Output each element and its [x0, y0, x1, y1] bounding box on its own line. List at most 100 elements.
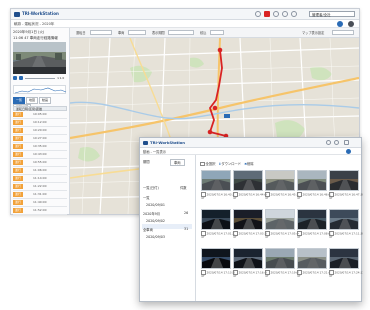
play-button[interactable] [19, 76, 23, 80]
video-thumbnail[interactable] [201, 248, 231, 269]
clock-icon[interactable] [255, 11, 261, 17]
trip-tag: 運行 [13, 112, 23, 117]
trip-row[interactable]: 運行 11:31:00 [13, 191, 67, 199]
video-thumbnail[interactable] [265, 209, 295, 230]
thumbnail-datetime: 2020/07/14 17:21:47 [302, 270, 332, 275]
video-thumbnail[interactable] [297, 248, 327, 269]
prev-button[interactable] [13, 76, 17, 80]
video-thumbnail[interactable] [201, 209, 231, 230]
video-thumbnail[interactable] [329, 248, 359, 269]
sidebar-list-item[interactable]: 2020/09/02 [146, 219, 165, 223]
dashcam-video[interactable] [13, 42, 66, 74]
trip-row[interactable]: 運行 11:40:00 [13, 199, 67, 207]
sidebar-list-item[interactable]: 2020/09/03 [146, 235, 165, 239]
tab-map[interactable]: 地図 [26, 97, 39, 104]
thumbnail-caption: 2020/07/14 17:05:44 47 [265, 231, 299, 239]
settings-icon[interactable] [282, 11, 288, 17]
trip-row[interactable]: 運行 11:06:00 [13, 167, 67, 175]
alert-flag-icon[interactable] [264, 11, 270, 17]
front-close-icon[interactable] [344, 140, 349, 145]
trip-time: 11:31:00 [33, 192, 47, 196]
thumbnail-vehicle: 47 [265, 195, 269, 200]
period-field[interactable] [168, 29, 194, 35]
trip-row[interactable]: 運行 11:14:00 [13, 175, 67, 183]
video-list-window: TRI-WorkStation 動画 - 一覧表示 期間 車両 一覧(日付) 件… [139, 137, 363, 302]
video-grid-area: 全選択 ⬇ダウンロード ✖削除 2020/07/14 16:43:31 47 202… [196, 155, 363, 301]
trip-row[interactable]: 運行 10:27:00 [13, 135, 67, 143]
front-title-bar: TRI-WorkStation [140, 138, 361, 148]
video-thumbnail[interactable] [233, 170, 263, 191]
thumbnail-image [330, 171, 358, 190]
help-icon[interactable] [291, 11, 297, 17]
trip-tag: 運行 [13, 160, 23, 165]
thumbnail-caption: 2020/07/14 17:16:40 47 [233, 270, 267, 278]
thumbnail-vehicle: 47 [297, 234, 301, 239]
trip-row[interactable]: 運行 11:22:00 [13, 183, 67, 191]
front-refresh-button[interactable] [346, 148, 351, 154]
sidebar-list-item[interactable]: 2020年9月 [143, 211, 160, 216]
thumbnail-vehicle: 47 [329, 195, 333, 200]
front-settings-icon[interactable] [326, 140, 331, 145]
trip-time: 11:14:00 [33, 176, 47, 180]
date-field[interactable] [90, 29, 112, 35]
vehicle-info-panel: 2020年9月1日 (火) 11:06 47 車両走行経路情報 ×1.0 一覧地… [11, 28, 70, 215]
list-header-count: 件数 [180, 186, 187, 190]
video-thumbnail[interactable] [297, 170, 327, 191]
thumbnail-image [202, 249, 230, 268]
thumbnail-datetime: 2020/07/14 17:16:40 [238, 270, 268, 275]
thumbnail-image [202, 210, 230, 229]
seek-bar[interactable] [25, 77, 55, 79]
map-settings-label[interactable]: マップ表示設定 [302, 30, 324, 35]
tab-list[interactable]: 一覧 [13, 97, 26, 104]
map-settings-select[interactable] [332, 29, 354, 35]
trip-tag: 運行 [13, 192, 23, 197]
front-help-icon[interactable] [334, 140, 339, 145]
thumbnail-vehicle: 47 [297, 273, 301, 278]
video-thumbnail[interactable] [233, 209, 263, 230]
video-thumbnail[interactable] [329, 209, 359, 230]
trip-tag: 運行 [13, 128, 23, 133]
front-breadcrumb-bar: 動画 - 一覧表示 [140, 148, 361, 155]
trip-row[interactable]: 運行 10:20:00 [13, 127, 67, 135]
playback-speed[interactable]: ×1.0 [57, 76, 64, 80]
video-thumbnail[interactable] [265, 170, 295, 191]
account-select[interactable]: 管理者/全社 [309, 11, 355, 17]
trip-table: 運転日時/区間/距離 運行 10:05:00 運行 10:12:00 運行 10:20:0… [13, 106, 67, 215]
sidebar-list-item[interactable]: 2020/09/01 [146, 203, 165, 207]
thumbnail-datetime: 2020/07/14 16:43:31 [206, 192, 236, 197]
trip-time: 10:27:00 [33, 136, 47, 140]
trip-row[interactable]: 運行 10:35:00 [13, 143, 67, 151]
video-thumbnail[interactable] [233, 248, 263, 269]
thumbnail-datetime: 2020/07/14 16:44:00 [238, 192, 268, 197]
trip-row[interactable]: 運行 11:52:00 [13, 207, 67, 215]
video-thumbnail[interactable] [201, 170, 231, 191]
vehicle-field[interactable] [128, 29, 146, 35]
grid-toolbar: 全選択 ⬇ダウンロード ✖削除 [200, 161, 254, 167]
trip-row[interactable]: 運行 10:55:00 [13, 159, 67, 167]
sidebar-list-item[interactable]: 一覧 [143, 195, 150, 200]
filter-field[interactable] [210, 29, 224, 35]
user-icon[interactable] [273, 11, 279, 17]
download-button[interactable]: ダウンロード [221, 162, 241, 166]
trip-row[interactable]: 運行 10:43:00 [13, 151, 67, 159]
print-button[interactable] [348, 20, 354, 27]
trip-row[interactable]: 運行 10:05:00 [13, 111, 67, 119]
thumbnail-caption: 2020/07/14 17:24:11 47 [329, 270, 363, 278]
trip-row[interactable]: 運行 10:12:00 [13, 119, 67, 127]
playback-controls: ×1.0 [13, 76, 66, 81]
tab-video[interactable]: 動画 [39, 97, 52, 104]
filter-select[interactable]: 車両 [170, 159, 185, 166]
select-all-checkbox[interactable] [200, 161, 205, 167]
select-all-label[interactable]: 全選択 [206, 162, 216, 166]
video-thumbnail[interactable] [265, 248, 295, 269]
thumbnail-datetime: 2020/07/14 17:13:58 [206, 270, 236, 275]
delete-button[interactable]: 削除 [247, 162, 254, 166]
video-thumbnail[interactable] [297, 209, 327, 230]
thumbnail-caption: 2020/07/14 16:44:00 47 [233, 192, 267, 200]
trip-tag: 運行 [13, 176, 23, 181]
refresh-button[interactable] [337, 20, 343, 27]
thumbnail-vehicle: 47 [233, 273, 237, 278]
trip-time: 10:35:00 [33, 144, 47, 148]
sidebar-list-item[interactable]: 全車両 [143, 227, 153, 232]
video-thumbnail[interactable] [329, 170, 359, 191]
